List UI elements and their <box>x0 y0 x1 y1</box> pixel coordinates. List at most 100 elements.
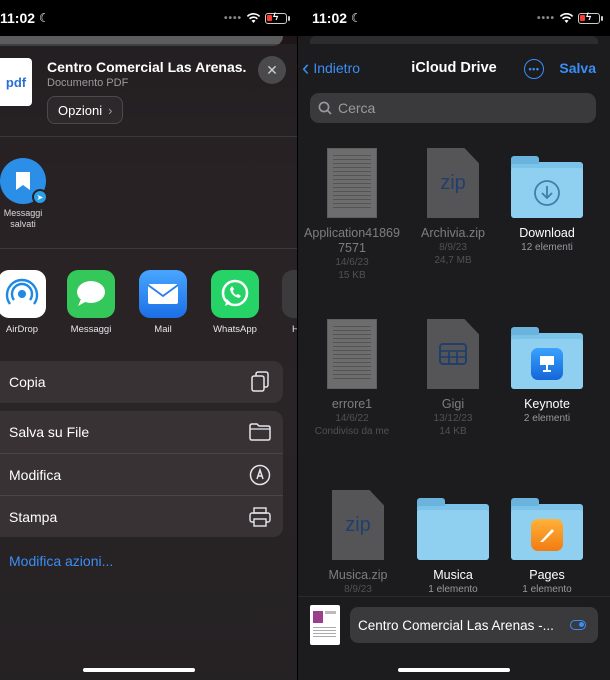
item-date: 13/12/23 <box>433 413 473 424</box>
back-button[interactable]: ‹ Indietro <box>302 55 360 80</box>
action-label: Stampa <box>9 508 58 525</box>
document-title: Centro Comercial Las Arenas... <box>47 59 247 75</box>
folder-icon <box>417 498 489 560</box>
home-indicator <box>83 668 195 672</box>
item-name: Archivia.zip <box>421 226 485 240</box>
close-icon: ✕ <box>266 61 278 78</box>
telegram-icon: ➤ <box>32 189 48 205</box>
app-partial[interactable]: H <box>280 270 297 335</box>
app-label: WhatsApp <box>213 324 257 335</box>
app-label: H <box>292 324 297 335</box>
moon-icon: ☾ <box>39 11 50 25</box>
contact-saved-messages[interactable]: ➤ Messaggi salvati <box>0 158 48 230</box>
folder-item[interactable]: Keynote 2 elementi <box>499 319 595 425</box>
file-item[interactable]: errore1 14/6/22 Condiviso da me <box>304 319 400 438</box>
item-name: Download <box>519 226 575 240</box>
file-item[interactable]: zip Archivia.zip 8/9/23 24,7 MB <box>405 148 501 267</box>
item-size: 24,7 MB <box>434 255 472 266</box>
folder-item[interactable]: Musica 1 elemento <box>405 490 501 596</box>
action-label: Salva su File <box>9 424 90 440</box>
item-name: Musica.zip <box>328 568 388 582</box>
action-label: Copia <box>9 374 46 390</box>
folder-icon <box>511 327 583 389</box>
status-bar: 11:02 ☾ •••• ϟ <box>0 0 297 36</box>
sheet-background-card <box>310 36 598 44</box>
document-subtitle: Documento PDF <box>47 77 129 89</box>
document-thumbnail <box>327 148 377 218</box>
avatar: ➤ <box>0 158 48 205</box>
action-group-main: Salva su File Modifica Stampa <box>0 411 283 537</box>
item-count: 1 elemento <box>428 584 478 595</box>
chevron-left-icon: ‹ <box>302 55 310 80</box>
separator <box>0 136 297 137</box>
status-bar: 11:02 ☾ •••• ϟ <box>298 0 610 36</box>
signal-icon: •••• <box>223 12 242 24</box>
folder-item[interactable]: Download 12 elementi <box>499 148 595 254</box>
wifi-icon <box>559 13 574 23</box>
separator <box>0 248 297 249</box>
spreadsheet-file-icon <box>427 319 479 389</box>
app-whatsapp[interactable]: WhatsApp <box>209 270 261 335</box>
action-print[interactable]: Stampa <box>0 495 283 537</box>
app-row: AirDrop Messaggi Mail WhatsApp H <box>0 270 297 340</box>
home-indicator <box>398 668 510 672</box>
zip-file-icon: zip <box>332 490 384 560</box>
whatsapp-icon <box>211 270 259 318</box>
battery-icon: ϟ <box>265 12 290 24</box>
chevron-right-icon: › <box>108 102 113 118</box>
zip-file-icon: zip <box>427 148 479 218</box>
toggle-icon[interactable] <box>570 620 586 630</box>
item-name: Application418697571 <box>304 226 400 255</box>
status-time: 11:02 <box>0 10 36 26</box>
item-name: Gigi <box>441 397 465 411</box>
item-date: 8/9/23 <box>439 242 467 253</box>
app-label: Messaggi <box>70 324 112 335</box>
app-mail[interactable]: Mail <box>137 270 189 335</box>
files-picker-panel: 11:02 ☾ •••• ϟ ‹ Indietro iCloud Drive •… <box>298 0 610 680</box>
ellipsis-icon: ••• <box>528 64 540 74</box>
search-input[interactable] <box>338 100 568 116</box>
search-bar[interactable] <box>310 93 596 123</box>
filename-input[interactable] <box>358 617 566 633</box>
share-sheet-panel: 11:02 ☾ •••• ϟ pdf Centro Comercial Las … <box>0 0 297 680</box>
item-name: Musica <box>433 568 473 582</box>
action-edit[interactable]: Modifica <box>0 453 283 495</box>
app-label: AirDrop <box>5 324 39 335</box>
item-name: errore1 <box>331 397 373 411</box>
battery-icon: ϟ <box>578 12 603 24</box>
markup-icon <box>249 464 271 486</box>
folder-icon <box>511 498 583 560</box>
action-copy[interactable]: Copia <box>0 361 283 403</box>
edit-actions-link[interactable]: Modifica azioni... <box>9 553 113 569</box>
messages-icon <box>67 270 115 318</box>
search-icon <box>318 101 332 115</box>
action-group-copy: Copia <box>0 361 283 403</box>
folder-item[interactable]: Pages 1 elemento <box>499 490 595 596</box>
close-button[interactable]: ✕ <box>258 56 286 84</box>
app-airdrop[interactable]: AirDrop <box>0 270 48 335</box>
contact-label: Messaggi salvati <box>3 208 43 229</box>
app-icon <box>282 270 297 318</box>
options-button[interactable]: Opzioni › <box>47 96 124 124</box>
filename-field[interactable] <box>350 607 598 643</box>
item-date: 14/6/22 <box>335 413 369 424</box>
wifi-icon <box>246 13 261 23</box>
document-thumbnail <box>327 319 377 389</box>
file-item[interactable]: Application418697571 14/6/23 15 KB <box>304 148 400 282</box>
folder-icon <box>249 421 271 443</box>
item-date: 14/6/23 <box>335 257 369 268</box>
item-size: 14 KB <box>439 426 467 437</box>
copy-icon <box>249 371 271 393</box>
item-name: Keynote <box>524 397 570 411</box>
save-button[interactable]: Salva <box>559 60 596 76</box>
more-button[interactable]: ••• <box>524 59 544 79</box>
file-item[interactable]: zip Musica.zip 8/9/23 <box>310 490 406 596</box>
action-label: Modifica <box>9 466 62 483</box>
keynote-icon <box>531 348 563 380</box>
file-item[interactable]: Gigi 13/12/23 14 KB <box>405 319 501 438</box>
action-save-to-files[interactable]: Salva su File <box>0 411 283 453</box>
airdrop-icon <box>0 270 46 318</box>
item-count: 2 elementi <box>523 413 571 424</box>
signal-icon: •••• <box>536 12 555 24</box>
app-messages[interactable]: Messaggi <box>65 270 117 335</box>
